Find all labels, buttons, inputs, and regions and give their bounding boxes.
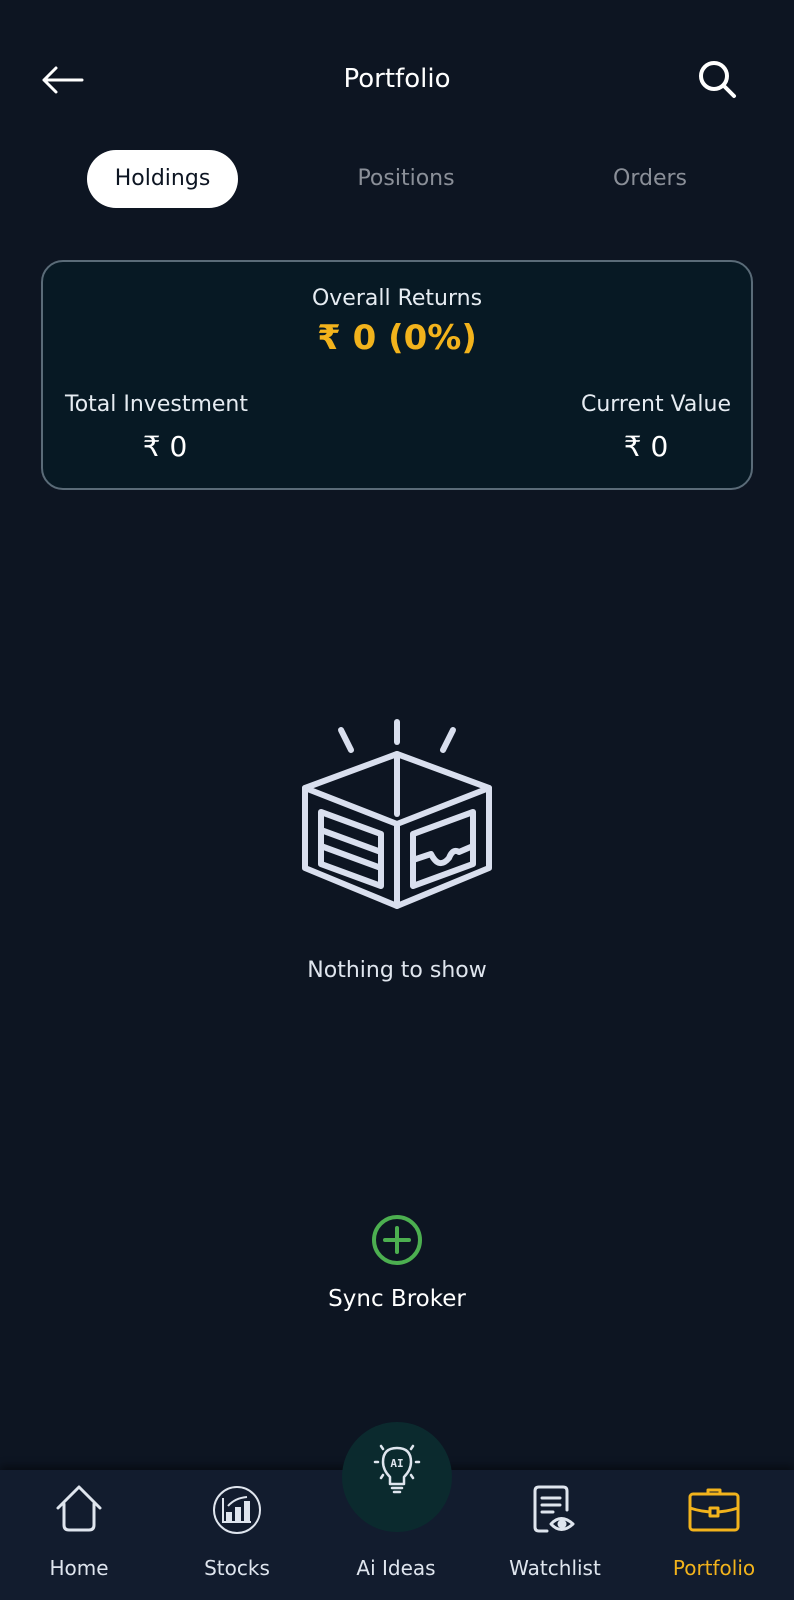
stocks-chart-icon (213, 1486, 261, 1534)
returns-summary-card: Overall Returns ₹ 0 (0%) Total Investmen… (41, 260, 753, 490)
portfolio-screen: Portfolio Holdings Positions Orders Over… (0, 0, 794, 1600)
total-investment-value: ₹ 0 (142, 430, 188, 463)
app-header: Portfolio (0, 50, 794, 110)
nav-item-stocks[interactable]: Stocks (158, 1470, 316, 1600)
tab-positions[interactable]: Positions (330, 150, 482, 208)
ai-ideas-fab[interactable]: AI (342, 1422, 452, 1532)
ai-bulb-icon: AI (373, 1444, 421, 1494)
nav-label-stocks: Stocks (204, 1556, 270, 1580)
tab-holdings[interactable]: Holdings (87, 150, 238, 208)
nav-label-ai-ideas: Ai Ideas (356, 1556, 436, 1580)
svg-text:AI: AI (390, 1457, 403, 1470)
current-value-label: Current Value (580, 392, 731, 417)
overall-returns-value: ₹ 0 (0%) (317, 318, 477, 358)
home-icon (56, 1485, 102, 1532)
plus-circle-icon (372, 1215, 422, 1265)
open-box-icon (293, 712, 503, 922)
watchlist-icon (533, 1485, 575, 1533)
nav-label-watchlist: Watchlist (509, 1556, 601, 1580)
page-title: Portfolio (343, 64, 451, 94)
briefcase-icon (688, 1488, 740, 1532)
current-value-value: ₹ 0 (623, 430, 669, 463)
sync-broker-button[interactable]: Sync Broker (297, 1214, 497, 1324)
nav-item-home[interactable]: Home (0, 1470, 158, 1600)
tab-orders[interactable]: Orders (580, 150, 720, 208)
overall-returns-label: Overall Returns (311, 286, 483, 311)
empty-state-message: Nothing to show (307, 958, 487, 983)
search-icon (699, 61, 736, 98)
nav-item-watchlist[interactable]: Watchlist (476, 1470, 634, 1600)
search-button[interactable] (694, 56, 742, 104)
nav-item-portfolio[interactable]: Portfolio (635, 1470, 793, 1600)
portfolio-tabs: Holdings Positions Orders (0, 150, 794, 208)
sync-broker-label: Sync Broker (328, 1286, 466, 1312)
nav-label-home: Home (49, 1556, 109, 1580)
total-investment-label: Total Investment (65, 392, 248, 417)
nav-label-portfolio: Portfolio (672, 1556, 756, 1580)
